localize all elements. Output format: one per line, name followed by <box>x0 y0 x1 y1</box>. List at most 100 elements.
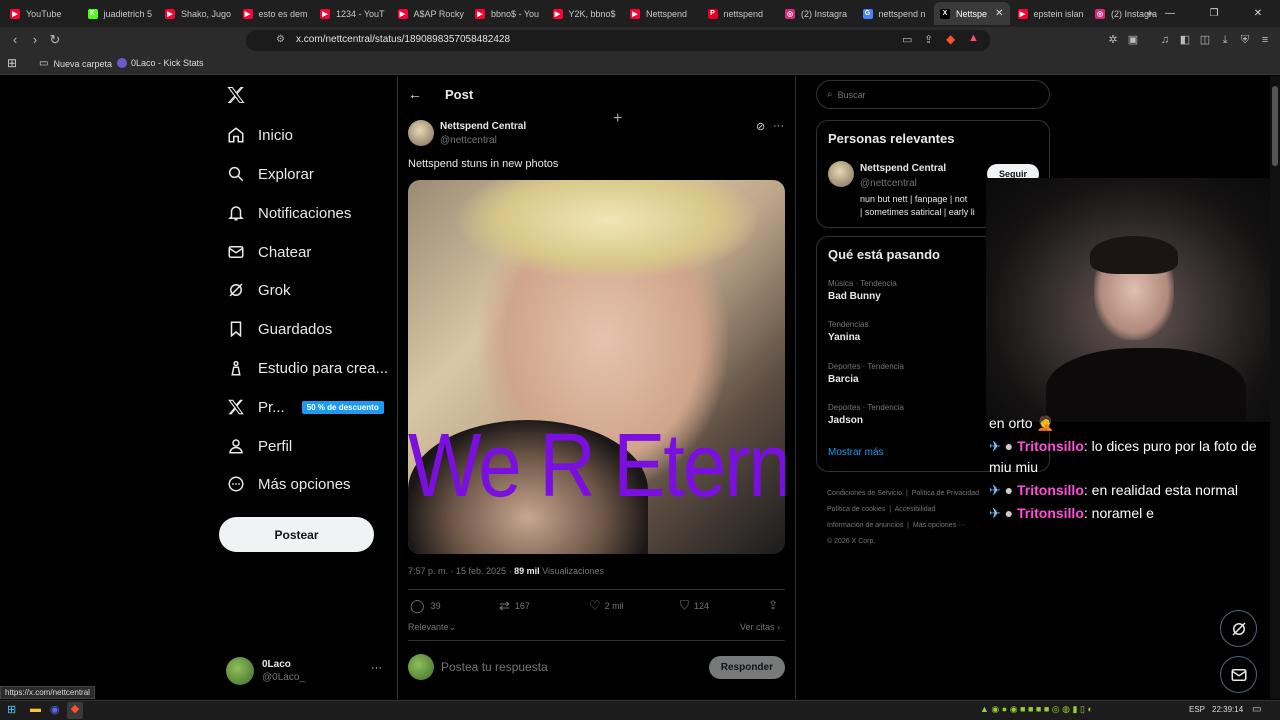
trend-item[interactable]: Música · Tendencia Bad Bunny <box>828 279 897 302</box>
extensions-icon[interactable]: ✲ <box>1104 32 1122 48</box>
search-box[interactable]: ⌕ <box>816 80 1050 109</box>
bookmark-nueva-carpeta[interactable]: ▭ Nueva carpeta <box>39 58 112 69</box>
nav-mas-opciones[interactable]: Más opciones <box>226 469 351 499</box>
nav-premium[interactable]: Pr... 50 % de descuento <box>226 392 384 422</box>
browser-tab[interactable]: ▶ 1234 - YouT <box>314 2 390 25</box>
grok-explain-icon[interactable]: ⊘ <box>756 120 765 133</box>
apps-grid-icon[interactable]: ⊞ <box>7 56 17 70</box>
forward-arrow-icon[interactable]: › <box>26 32 44 48</box>
bookmark-kick-stats[interactable]: 0Laco - Kick Stats <box>117 58 204 68</box>
footer-link[interactable]: Información de anuncios <box>827 522 903 529</box>
browser-tab[interactable]: ▶ Y2K, bbno$ <box>547 2 623 25</box>
nav-chatear[interactable]: Chatear <box>226 237 311 267</box>
post-timestamp[interactable]: 7:57 p. m. · 15 feb. 2025 · <box>408 566 512 576</box>
vpn-icon[interactable]: ⛨ <box>1236 32 1254 48</box>
bookmark-action[interactable]: ⛉ 124 <box>680 598 709 613</box>
share-action[interactable]: ⇪ <box>768 598 778 612</box>
account-more-icon[interactable]: ··· <box>371 662 382 674</box>
browser-tab[interactable]: ▶ Nettspend <box>624 2 700 25</box>
sort-dropdown[interactable]: Relevante⌄ <box>408 622 456 633</box>
relevant-handle[interactable]: @nettcentral <box>860 178 917 189</box>
reload-icon[interactable]: ↻ <box>46 32 64 48</box>
like-action[interactable]: ♡ 2 mil <box>589 598 624 614</box>
messages-fab[interactable] <box>1220 656 1257 693</box>
url-text[interactable]: x.com/nettcentral/status/189089835705848… <box>296 34 510 45</box>
search-input[interactable] <box>837 89 1018 100</box>
cast-icon[interactable]: ▭ <box>902 33 912 46</box>
share-icon[interactable]: ⇪ <box>924 33 933 46</box>
quotes-link[interactable]: Ver citas › <box>740 622 780 632</box>
show-more-link[interactable]: Mostrar más <box>828 447 884 458</box>
grok-fab[interactable] <box>1220 610 1257 647</box>
close-window-icon[interactable]: ✕ <box>1236 8 1280 19</box>
browser-tab[interactable]: Gnettspend n <box>857 2 933 25</box>
trend-item[interactable]: Deportes · Tendencia Jadson <box>828 403 904 426</box>
nav-notificaciones[interactable]: Notificaciones <box>226 198 351 228</box>
relevant-name[interactable]: Nettspend Central <box>860 163 946 174</box>
downloads-icon[interactable]: ⤓ <box>1216 32 1234 48</box>
notifications-icon[interactable]: ▭ <box>1252 704 1261 715</box>
minimize-icon[interactable]: — <box>1148 8 1192 19</box>
browser-tab[interactable]: ▶ epstein islan <box>1012 2 1088 25</box>
address-bar[interactable]: ⚙ x.com/nettcentral/status/1890898357058… <box>246 30 990 51</box>
nav-explorar[interactable]: Explorar <box>226 159 314 189</box>
nav-estudio[interactable]: Estudio para crea... <box>226 353 388 383</box>
clock[interactable]: 22:39:14 <box>1212 705 1243 714</box>
x-logo-icon[interactable] <box>226 85 246 105</box>
file-explorer-icon[interactable]: ▬ <box>30 703 41 715</box>
browser-tab[interactable]: ▶ bbno$ - You <box>469 2 545 25</box>
reply-input[interactable] <box>441 660 681 674</box>
reply-composer: Responder <box>408 652 785 682</box>
brave-rewards-icon[interactable]: ▲ <box>968 32 979 44</box>
discord-icon[interactable]: ◉ <box>50 703 60 716</box>
wallet-icon[interactable]: ▣ <box>1124 32 1142 48</box>
footer-link[interactable]: Política de cookies <box>827 506 885 513</box>
reply-action[interactable]: ◯ 39 <box>410 598 441 614</box>
tab-close-icon[interactable]: ✕ <box>995 8 1003 19</box>
sidebar-toggle-icon[interactable]: ◧ <box>1176 32 1194 48</box>
trend-name: Yanina <box>828 332 861 343</box>
avatar[interactable] <box>828 161 854 187</box>
account-switcher[interactable]: 0Laco @0Laco_ ··· <box>226 656 382 686</box>
scrollbar-thumb[interactable] <box>1272 86 1278 166</box>
back-arrow-icon[interactable]: ‹ <box>6 32 24 48</box>
nav-inicio[interactable]: Inicio <box>226 120 293 150</box>
footer-link[interactable]: Política de Privacidad <box>912 490 979 497</box>
browser-tab[interactable]: X Nettspe ✕ <box>934 2 1010 25</box>
page-scrollbar[interactable] <box>1270 76 1280 699</box>
browser-tab[interactable]: ▶ A$AP Rocky <box>392 2 468 25</box>
post-button[interactable]: Postear <box>219 517 374 552</box>
footer-link[interactable]: Accesibilidad <box>895 506 936 513</box>
nav-grok[interactable]: Grok <box>226 275 291 305</box>
footer-link[interactable]: Más opciones ··· <box>913 522 965 529</box>
nav-perfil[interactable]: Perfil <box>226 431 292 461</box>
browser-tab[interactable]: ▶ Shako, Jugo <box>159 2 235 25</box>
browser-tab[interactable]: ◎ (2) Instagra <box>779 2 855 25</box>
browser-tab[interactable]: ▶ YouTube <box>4 2 80 25</box>
back-arrow-icon[interactable]: ← <box>408 86 422 102</box>
browser-tab[interactable]: Pnettspend <box>702 2 778 25</box>
trend-item[interactable]: Deportes · Tendencia Barcia <box>828 362 904 385</box>
post-image[interactable]: We R Eternal <box>408 180 785 554</box>
brave-shields-icon[interactable]: ◆ <box>946 32 955 46</box>
post-more-icon[interactable]: ··· <box>773 120 784 132</box>
trend-item[interactable]: Tendencias Yanina <box>828 320 868 343</box>
reply-button[interactable]: Responder <box>708 655 785 679</box>
author-avatar[interactable] <box>408 120 434 146</box>
nav-guardados[interactable]: Guardados <box>226 314 332 344</box>
author-handle[interactable]: @nettcentral <box>440 135 497 146</box>
author-name[interactable]: Nettspend Central <box>440 121 526 132</box>
restore-icon[interactable]: ❐ <box>1192 8 1236 19</box>
windows-start-icon[interactable]: ⊞ <box>7 703 16 716</box>
brave-taskbar-icon[interactable]: ◆ <box>67 702 83 719</box>
browser-tab[interactable]: Kjuadietrich 5 <box>82 2 158 25</box>
media-icon[interactable]: ♫ <box>1156 32 1174 48</box>
wallet-toolbar-icon[interactable]: ◫ <box>1196 32 1214 48</box>
tray-icon[interactable]: ▲ ◉ ● ◉ ■ ■ ■ ■ ◎ ◍ ▮ ▯ ◐ <box>980 704 1093 715</box>
menu-icon[interactable]: ≡ <box>1256 32 1274 48</box>
site-info-icon[interactable]: ⚙ <box>276 34 285 45</box>
footer-link[interactable]: Condiciones de Servicio <box>827 490 902 497</box>
browser-tab[interactable]: ▶ esto es dem <box>237 2 313 25</box>
repost-action[interactable]: ⇄ 167 <box>499 598 530 614</box>
language-indicator[interactable]: ESP <box>1189 705 1205 714</box>
